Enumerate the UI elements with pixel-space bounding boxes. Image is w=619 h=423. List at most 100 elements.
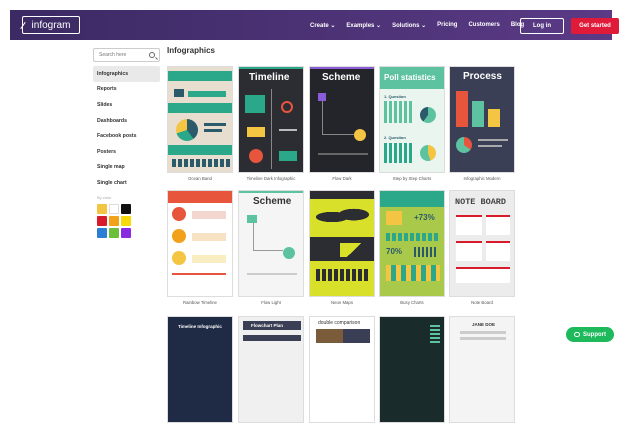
template-thumbnail[interactable]: Timeline Infographic — [167, 316, 233, 423]
template-thumbnail[interactable]: double comparison — [309, 316, 375, 423]
donut-icon — [420, 107, 436, 123]
menu-pricing[interactable]: Pricing — [437, 22, 457, 28]
thumb-line — [478, 145, 502, 147]
thumb-bars — [430, 323, 440, 343]
template-thumbnail[interactable]: Timeline — [238, 66, 304, 173]
template-thumbnail[interactable] — [309, 190, 375, 297]
color-swatch[interactable] — [121, 228, 131, 238]
thumb-bars — [172, 159, 230, 167]
thumb-line — [478, 139, 508, 141]
search-input[interactable] — [99, 52, 149, 58]
sidebar-item-slides[interactable]: Slides — [93, 97, 160, 113]
search-box — [93, 48, 160, 62]
template-thumbnail[interactable]: NOTE BOARD — [449, 190, 515, 297]
template-caption[interactable]: Flow Light — [238, 300, 304, 305]
main-menu: Create ⌄ Examples ⌄ Solutions ⌄ Pricing … — [310, 10, 524, 40]
pie-icon — [176, 119, 198, 141]
sidebar-item-reports[interactable]: Reports — [93, 82, 160, 98]
thumb-line — [318, 153, 368, 155]
flow-connector — [322, 101, 358, 135]
template-caption[interactable]: Note Board — [449, 300, 515, 305]
template-thumbnail[interactable]: Poll statistics 1. Question 2. Question — [379, 66, 445, 173]
sidebar-item-single-chart[interactable]: Single chart — [93, 175, 160, 191]
menu-customers[interactable]: Customers — [468, 22, 499, 28]
search-icon[interactable] — [149, 52, 155, 58]
thumb-title: Poll statistics — [384, 73, 436, 82]
support-button[interactable]: Support — [566, 327, 614, 342]
template-thumbnail[interactable] — [167, 190, 233, 297]
thumb-band — [168, 103, 232, 113]
template-thumbnail[interactable]: Scheme — [238, 190, 304, 297]
color-swatch[interactable] — [97, 204, 107, 214]
infogram-logo[interactable]: infogram — [20, 16, 80, 34]
thumb-bars — [384, 143, 412, 163]
thumb-title: Scheme — [253, 196, 292, 207]
bulb-icon — [354, 129, 366, 141]
house-icon — [174, 89, 184, 97]
thumb-area — [340, 243, 368, 257]
support-label: Support — [583, 331, 606, 338]
sidebar-item-dashboards[interactable]: Dashboards — [93, 113, 160, 129]
thumb-accent — [239, 191, 303, 193]
thumb-header — [310, 191, 374, 199]
pie-icon — [456, 137, 472, 153]
menu-create[interactable]: Create ⌄ — [310, 22, 335, 29]
tree-icon — [283, 247, 295, 259]
top-navbar: infogram Create ⌄ Examples ⌄ Solutions ⌄… — [10, 10, 619, 40]
thumb-block — [192, 233, 226, 241]
template-thumbnail[interactable]: Scheme — [309, 66, 375, 173]
thumb-line — [279, 129, 297, 131]
template-thumbnail[interactable] — [167, 66, 233, 173]
get-started-button[interactable]: Get started — [571, 18, 619, 34]
template-thumbnail[interactable]: JANE DOE — [449, 316, 515, 423]
thumb-title: JANE DOE — [472, 322, 496, 327]
ring-icon — [281, 101, 293, 113]
note-card — [456, 215, 482, 235]
sidebar-item-infographics[interactable]: Infographics — [93, 66, 160, 82]
template-caption[interactable]: Timeline Dark Infographic — [238, 176, 304, 181]
sidebar-item-single-map[interactable]: Single map — [93, 160, 160, 176]
template-caption[interactable]: Busy Charts — [379, 300, 445, 305]
sidebar-item-facebook-posts[interactable]: Facebook posts — [93, 128, 160, 144]
thumb-block — [247, 127, 265, 137]
template-caption[interactable]: Neon Maps — [309, 300, 375, 305]
thumb-accent — [239, 67, 303, 69]
color-swatch[interactable] — [97, 228, 107, 238]
thumb-bar — [456, 91, 468, 127]
thumb-band — [168, 145, 232, 155]
color-swatch[interactable] — [97, 216, 107, 226]
color-swatch[interactable] — [109, 204, 119, 214]
template-thumbnail[interactable]: Process — [449, 66, 515, 173]
color-swatch[interactable] — [121, 204, 131, 214]
template-thumbnail[interactable]: +73% 70% — [379, 190, 445, 297]
login-button[interactable]: Log in — [520, 18, 564, 34]
template-thumbnail[interactable]: Flowchart Plan — [238, 316, 304, 423]
thumb-line — [247, 273, 297, 275]
step-circle — [172, 207, 186, 221]
note-card — [456, 267, 510, 283]
thumb-question: 1. Question — [384, 94, 406, 99]
note-card — [486, 215, 510, 235]
template-thumbnail[interactable] — [379, 316, 445, 423]
dot-icon — [249, 149, 263, 163]
color-swatch[interactable] — [109, 228, 119, 238]
template-caption[interactable]: Rainbow Timeline — [167, 300, 233, 305]
step-circle — [172, 229, 186, 243]
color-swatch[interactable] — [121, 216, 131, 226]
template-caption[interactable]: Ocean Band — [167, 176, 233, 181]
menu-solutions[interactable]: Solutions ⌄ — [392, 22, 426, 29]
flow-connector — [253, 223, 283, 251]
thumb-bar — [188, 91, 226, 97]
thumb-stat: 70% — [386, 247, 403, 256]
template-caption[interactable]: Flow Dark — [309, 176, 375, 181]
thumb-title: Timeline — [249, 72, 290, 83]
template-caption[interactable]: Step by Step Charts — [379, 176, 445, 181]
thumb-question: 2. Question — [384, 135, 406, 140]
pie-icon — [420, 145, 436, 161]
menu-examples[interactable]: Examples ⌄ — [346, 22, 381, 29]
flag-icon — [318, 93, 326, 101]
sidebar-item-posters[interactable]: Posters — [93, 144, 160, 160]
color-swatch[interactable] — [109, 216, 119, 226]
template-caption[interactable]: Infographic Modern — [449, 176, 515, 181]
thumb-bar — [472, 101, 484, 127]
